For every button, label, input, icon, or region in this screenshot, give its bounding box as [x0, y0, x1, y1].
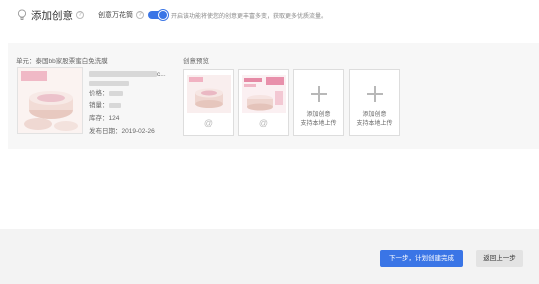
creative-card[interactable]: @ [238, 69, 289, 136]
page: 添加创意 ? 创意万花筒 ? 开启该功能将使您的创意更丰富多变，获取更多优质流量… [0, 0, 539, 284]
kaleidoscope-label: 创意万花筒 [98, 12, 133, 19]
header: 添加创意 ? 创意万花筒 ? 开启该功能将使您的创意更丰富多变，获取更多优质流量… [0, 0, 539, 30]
sales-label: 销量： [89, 102, 109, 109]
plus-icon [311, 86, 327, 102]
next-step-button[interactable]: 下一步，计划创建完成 [380, 250, 463, 267]
blurred-text [89, 71, 157, 78]
unit-label: 单元：泰国bb家股票蜜白免洗膜 [16, 58, 108, 65]
page-title: 添加创意 [31, 9, 73, 22]
creative-card[interactable]: @ [183, 69, 234, 136]
product-name: c... [89, 71, 166, 78]
sales-row: 销量： [89, 99, 121, 109]
toggle-knob [158, 10, 168, 20]
blurred-value [108, 102, 121, 108]
add-creative-button[interactable]: 添加创意 支持本地上传 [349, 69, 400, 136]
preview-label: 创意预览 [183, 58, 209, 65]
publish-label: 发布日期： [89, 128, 122, 135]
lightbulb-icon [17, 9, 27, 21]
add-creative-label: 添加创意 [362, 112, 387, 118]
local-upload-hint: 支持本地上传 [356, 121, 393, 127]
stock-value: 124 [108, 115, 120, 122]
kaleidoscope-description: 开启该功能将使您的创意更丰富多变，获取更多优质流量。 [171, 13, 328, 20]
creative-thumbnail [242, 75, 286, 113]
kaleidoscope-toggle[interactable] [148, 10, 168, 20]
creative-panel: 单元：泰国bb家股票蜜白免洗膜 c... 价格： 销量： 库存：124 发布日期… [8, 43, 539, 149]
stock-row: 库存：124 [89, 112, 119, 122]
price-row: 价格： [89, 87, 123, 97]
add-creative-button[interactable]: 添加创意 支持本地上传 [293, 69, 344, 136]
footer-bar: 下一步，计划创建完成 返回上一步 [0, 229, 539, 284]
plus-icon [367, 86, 383, 102]
product-name-suffix: c... [157, 71, 166, 78]
at-icon: @ [203, 118, 214, 128]
blurred-text [89, 80, 129, 86]
at-icon: @ [258, 118, 269, 128]
price-label: 价格： [89, 90, 109, 97]
help-icon[interactable]: ? [136, 11, 144, 19]
add-creative-label: 添加创意 [306, 112, 331, 118]
local-upload-hint: 支持本地上传 [300, 121, 337, 127]
help-icon[interactable]: ? [76, 11, 84, 19]
publish-row: 发布日期：2019-02-26 [89, 125, 155, 135]
blurred-value [108, 90, 123, 96]
stock-label: 库存： [89, 115, 109, 122]
product-image [17, 67, 83, 134]
back-button[interactable]: 返回上一步 [476, 250, 523, 267]
creative-thumbnail [187, 75, 231, 113]
product-subtitle [89, 80, 129, 87]
publish-date: 2019-02-26 [121, 128, 155, 135]
